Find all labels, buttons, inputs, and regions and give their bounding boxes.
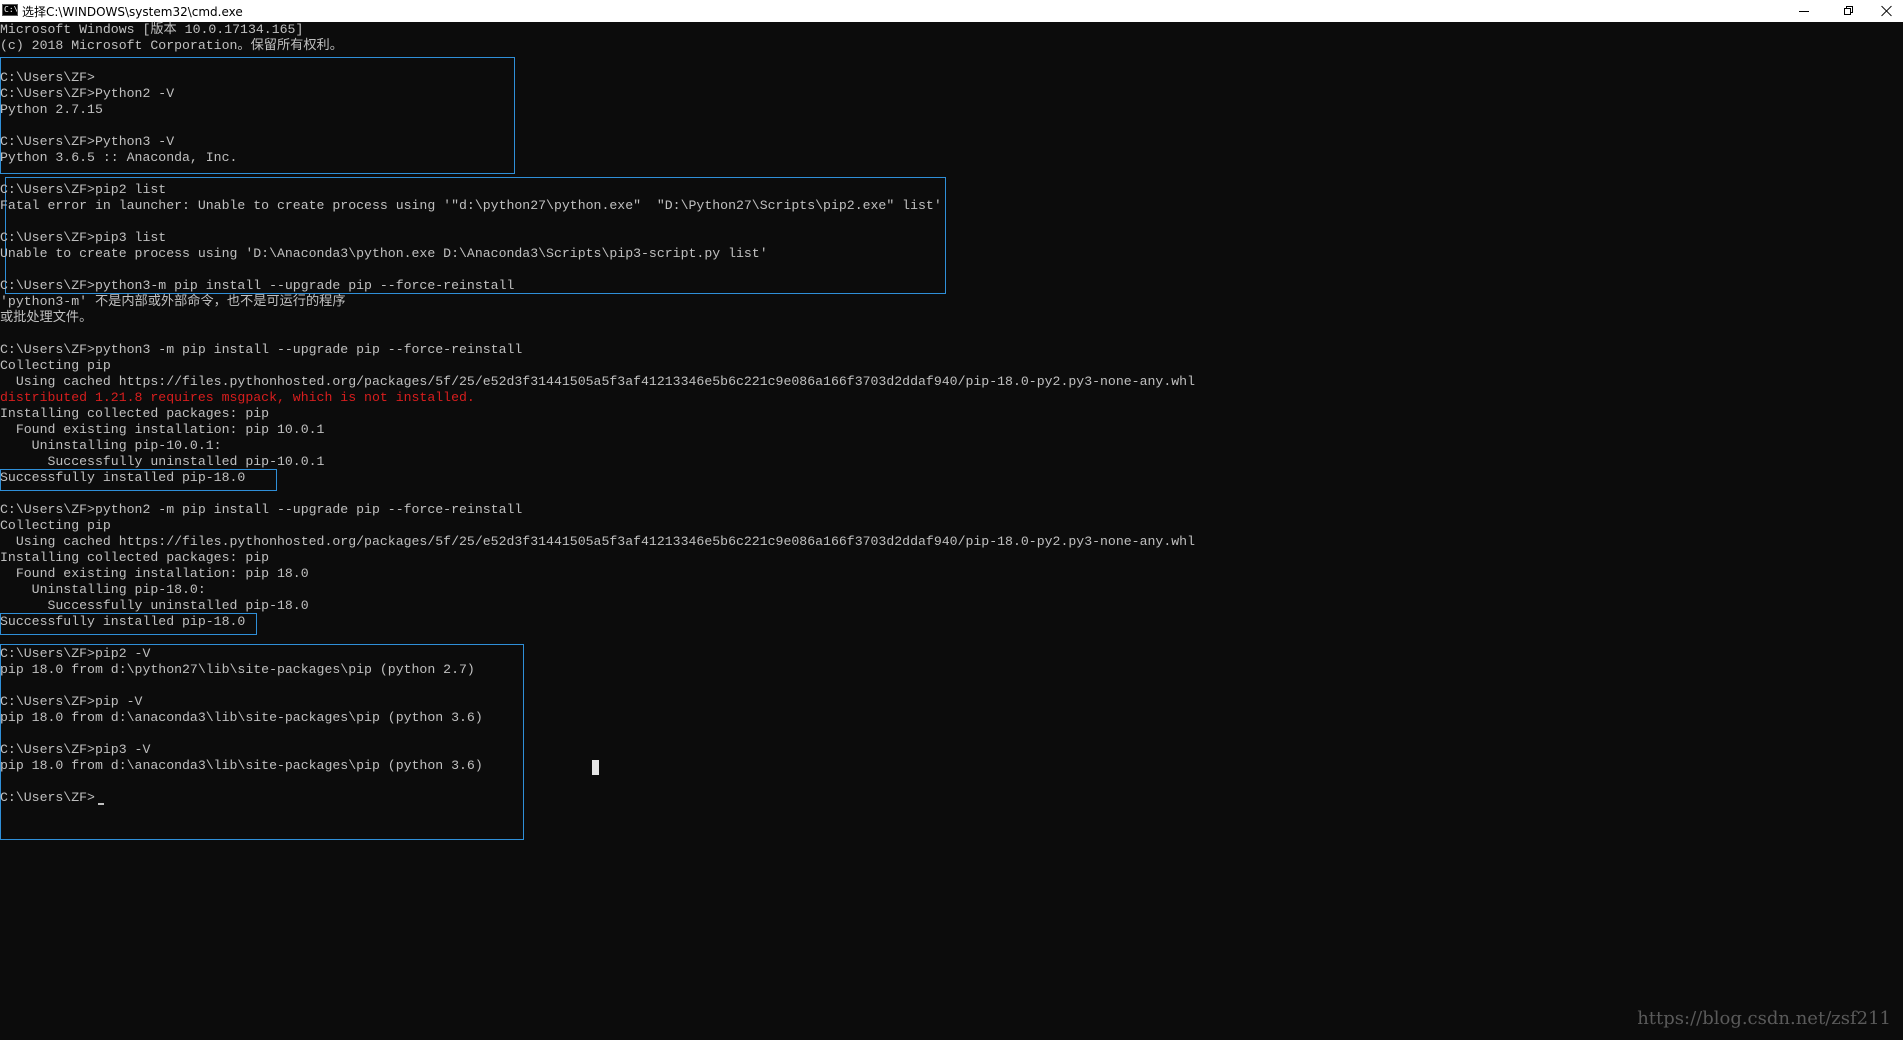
console-line: 或批处理文件。 xyxy=(0,310,93,325)
console-line: C:\Users\ZF>python3 -m pip install --upg… xyxy=(0,342,523,357)
console-line: C:\Users\ZF>python2 -m pip install --upg… xyxy=(0,502,523,517)
console-line: Collecting pip xyxy=(0,358,111,373)
minimize-button[interactable] xyxy=(1781,0,1827,22)
console-line: C:\Users\ZF>pip -V xyxy=(0,694,143,709)
console-line: Successfully uninstalled pip-10.0.1 xyxy=(0,454,325,469)
console-line: Fatal error in launcher: Unable to creat… xyxy=(0,198,942,213)
console-line: C:\Users\ZF>pip3 -V xyxy=(0,742,151,757)
console-line: Uninstalling pip-10.0.1: xyxy=(0,438,222,453)
console-line: Python 2.7.15 xyxy=(0,102,103,117)
console-output[interactable]: Microsoft Windows [版本 10.0.17134.165] (c)… xyxy=(0,22,1903,1040)
window-title: 选择C:\WINDOWS\system32\cmd.exe xyxy=(22,5,243,19)
console-line: pip 18.0 from d:\anaconda3\lib\site-pack… xyxy=(0,710,483,725)
console-line: C:\Users\ZF> xyxy=(0,790,95,805)
cmd-icon: C:\ xyxy=(2,4,18,16)
console-line: Collecting pip xyxy=(0,518,111,533)
console-line: Microsoft Windows [版本 10.0.17134.165] xyxy=(0,22,304,37)
console-line: C:\Users\ZF>Python3 -V xyxy=(0,134,175,149)
console-line: Uninstalling pip-18.0: xyxy=(0,582,206,597)
restore-icon xyxy=(1844,6,1854,16)
console-line: 'python3-m' 不是内部或外部命令，也不是可运行的程序 xyxy=(0,294,346,309)
restore-button[interactable] xyxy=(1826,0,1872,22)
cmd-window: C:\ 选择C:\WINDOWS\system32\cmd.exe Micros… xyxy=(0,0,1903,1040)
minimize-icon xyxy=(1799,10,1809,12)
close-icon xyxy=(1881,5,1893,17)
watermark: https://blog.csdn.net/zsf211 xyxy=(1637,1008,1891,1029)
console-line: Successfully uninstalled pip-18.0 xyxy=(0,598,309,613)
console-line: Found existing installation: pip 10.0.1 xyxy=(0,422,325,437)
console-line: C:\Users\ZF>python3-m pip install --upgr… xyxy=(0,278,515,293)
console-line: C:\Users\ZF>pip2 -V xyxy=(0,646,151,661)
console-line: C:\Users\ZF> xyxy=(0,70,95,85)
console-line: Installing collected packages: pip xyxy=(0,550,270,565)
console-line: C:\Users\ZF>pip2 list xyxy=(0,182,167,197)
console-line: Using cached https://files.pythonhosted.… xyxy=(0,534,1195,549)
console-line: C:\Users\ZF>pip3 list xyxy=(0,230,167,245)
console-line: pip 18.0 from d:\anaconda3\lib\site-pack… xyxy=(0,758,483,773)
console-line: Found existing installation: pip 18.0 xyxy=(0,566,309,581)
console-line: C:\Users\ZF>Python2 -V xyxy=(0,86,175,101)
console-line: (c) 2018 Microsoft Corporation。保留所有权利。 xyxy=(0,38,343,53)
console-line: Installing collected packages: pip xyxy=(0,406,270,421)
text-cursor xyxy=(98,803,104,805)
console-error-line: distributed 1.21.8 requires msgpack, whi… xyxy=(0,390,475,405)
console-line: Python 3.6.5 :: Anaconda, Inc. xyxy=(0,150,238,165)
console-line: Using cached https://files.pythonhosted.… xyxy=(0,374,1195,389)
mouse-cursor-block xyxy=(592,760,599,775)
console-line: Successfully installed pip-18.0 xyxy=(0,614,246,629)
console-line: Unable to create process using 'D:\Anaco… xyxy=(0,246,768,261)
console-line: pip 18.0 from d:\python27\lib\site-packa… xyxy=(0,662,475,677)
close-button[interactable] xyxy=(1871,0,1903,22)
console-line: Successfully installed pip-18.0 xyxy=(0,470,246,485)
title-bar[interactable]: C:\ 选择C:\WINDOWS\system32\cmd.exe xyxy=(0,0,1903,22)
